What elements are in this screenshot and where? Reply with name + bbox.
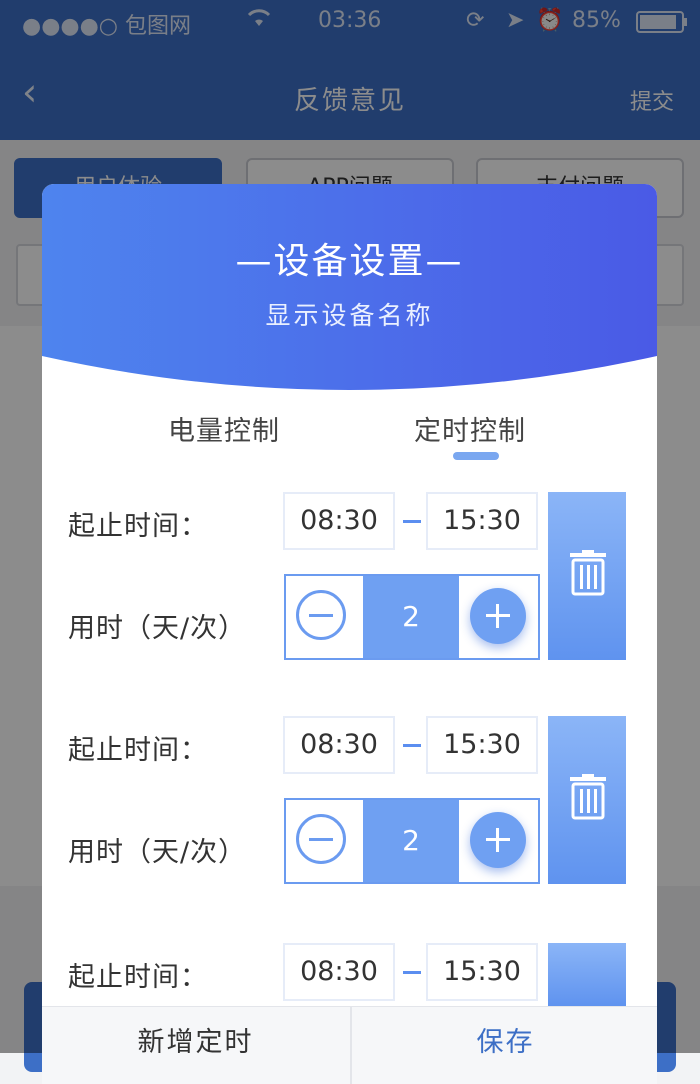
delete-timer-button[interactable] (548, 943, 626, 1006)
duration-stepper: 2 (284, 574, 540, 660)
end-time-input[interactable]: 15:30 (426, 943, 538, 1001)
start-time-input[interactable]: 08:30 (283, 943, 395, 1001)
minus-circle-icon[interactable] (296, 590, 346, 640)
end-time-input[interactable]: 15:30 (426, 492, 538, 550)
device-name: 显示设备名称 (265, 301, 434, 330)
time-range-label: 起止时间： (68, 735, 208, 766)
trash-icon (570, 550, 606, 596)
minus-circle-icon[interactable] (296, 814, 346, 864)
time-range-label: 起止时间： (68, 511, 208, 542)
trash-icon (570, 774, 606, 820)
duration-label: 用时（天/次） (68, 837, 247, 868)
range-dash (403, 971, 421, 974)
dialog-footer: 新增定时 保存 (42, 1006, 657, 1084)
duration-label: 用时（天/次） (68, 613, 247, 644)
duration-stepper: 2 (284, 798, 540, 884)
device-settings-dialog: —设备设置— 显示设备名称 电量控制 定时控制 起止时间： 08:30 15:3… (42, 184, 657, 1084)
delete-timer-button[interactable] (548, 492, 626, 660)
start-time-input[interactable]: 08:30 (283, 492, 395, 550)
save-button[interactable]: 保存 (350, 1007, 657, 1084)
plus-circle-icon[interactable] (470, 812, 526, 868)
dialog-title: —设备设置— (235, 241, 464, 282)
plus-circle-icon[interactable] (470, 588, 526, 644)
start-time-input[interactable]: 08:30 (283, 716, 395, 774)
duration-value: 2 (363, 576, 459, 658)
active-tab-indicator (453, 452, 499, 460)
time-range-label: 起止时间： (68, 962, 208, 993)
tab-timer-control[interactable]: 定时控制 (414, 409, 526, 448)
duration-value: 2 (363, 800, 459, 882)
range-dash (403, 744, 421, 747)
add-timer-button[interactable]: 新增定时 (42, 1007, 349, 1084)
tab-power-control[interactable]: 电量控制 (168, 409, 280, 448)
range-dash (403, 520, 421, 523)
end-time-input[interactable]: 15:30 (426, 716, 538, 774)
delete-timer-button[interactable] (548, 716, 626, 884)
dialog-header: —设备设置— 显示设备名称 (42, 184, 657, 394)
